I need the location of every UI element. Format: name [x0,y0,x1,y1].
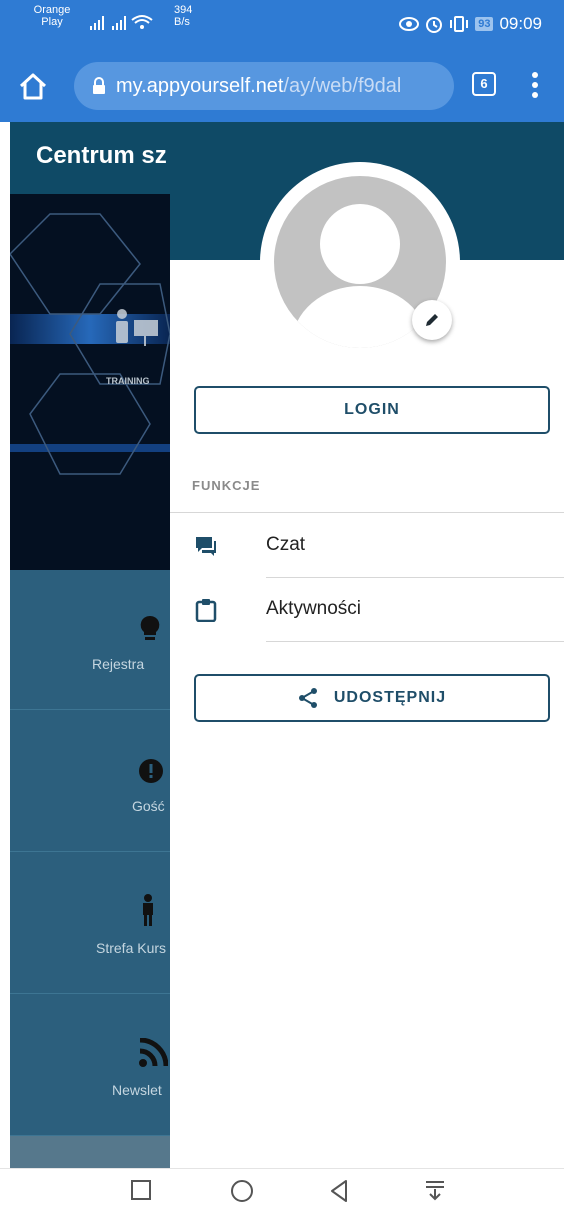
edit-avatar-button[interactable] [412,300,452,340]
signal-wifi-icon [90,15,153,30]
net-speed-value: 394 [174,4,193,16]
menu-item-label: Czat [266,534,306,555]
lightbulb-icon [140,615,160,640]
net-speed-unit: B/s [174,16,190,28]
person-icon [143,894,153,926]
clipboard-icon [195,599,217,622]
share-label: UDOSTĘPNIJ [333,689,447,706]
section-label-funkcje: FUNKCJE [192,478,261,493]
menu-item-divider [266,641,564,642]
chat-icon [196,537,216,556]
status-right: 93 09:09 [399,14,542,34]
share-icon [298,688,317,708]
grid-item-label: Rejestra [92,656,145,672]
app-footer [10,1136,170,1168]
grid-item-label: Gość [132,798,165,814]
battery-level: 93 [475,17,494,31]
vibrate-icon [450,16,469,32]
rss-icon [139,1038,168,1067]
login-button[interactable]: LOGIN [194,386,550,434]
home-nav-icon[interactable] [230,1179,254,1203]
menu-item-aktywnosci[interactable]: Aktywności [170,578,564,642]
system-nav-bar [0,1168,564,1208]
carrier-line1: Orange [33,4,71,16]
exclamation-circle-icon [139,759,163,783]
clock: 09:09 [499,14,542,33]
navigation-drawer: LOGIN FUNKCJE Czat Aktywności UDOSTĘPNIJ [170,122,564,1168]
grid-item-label: Newslet [112,1082,162,1098]
app-title: Centrum sz [36,142,167,169]
grid-item-rejestracja[interactable]: Rejestra [10,570,170,710]
lock-icon [93,77,105,94]
grid-item-gosc[interactable]: Gość [10,712,170,852]
menu-item-czat[interactable]: Czat [170,514,564,578]
browser-toolbar: my.appyourself.net/ay/web/f9dal 6 [0,52,564,122]
home-icon[interactable] [16,70,50,104]
back-icon[interactable] [328,1179,350,1203]
tab-switcher-button[interactable]: 6 [472,72,496,96]
grid-item-strefa-kursanta[interactable]: Strefa Kurs [10,854,170,994]
overflow-menu-icon[interactable] [530,70,540,100]
section-divider [170,512,564,513]
status-bar: Orange Play 394 B/s 93 09:09 [0,0,564,52]
recent-apps-icon[interactable] [130,1179,152,1201]
hero-caption: TRAINING [106,376,150,386]
url-domain: my.appyourself.net [116,74,284,97]
carrier-line2: Play [41,16,63,28]
notification-pulldown-icon[interactable] [424,1179,446,1201]
address-bar[interactable]: my.appyourself.net/ay/web/f9dal [74,62,454,110]
share-button[interactable]: UDOSTĘPNIJ [194,674,550,722]
grid-item-newsletter[interactable]: Newslet [10,996,170,1136]
pencil-icon [426,314,438,326]
grid-item-label: Strefa Kurs [96,940,167,956]
carrier-name: Orange Play [30,4,74,28]
menu-item-label: Aktywności [266,598,362,619]
net-speed: 394 B/s [174,4,192,28]
eye-icon [399,17,420,31]
url-path: /ay/web/f9dal [283,74,402,97]
alarm-icon [426,17,443,33]
